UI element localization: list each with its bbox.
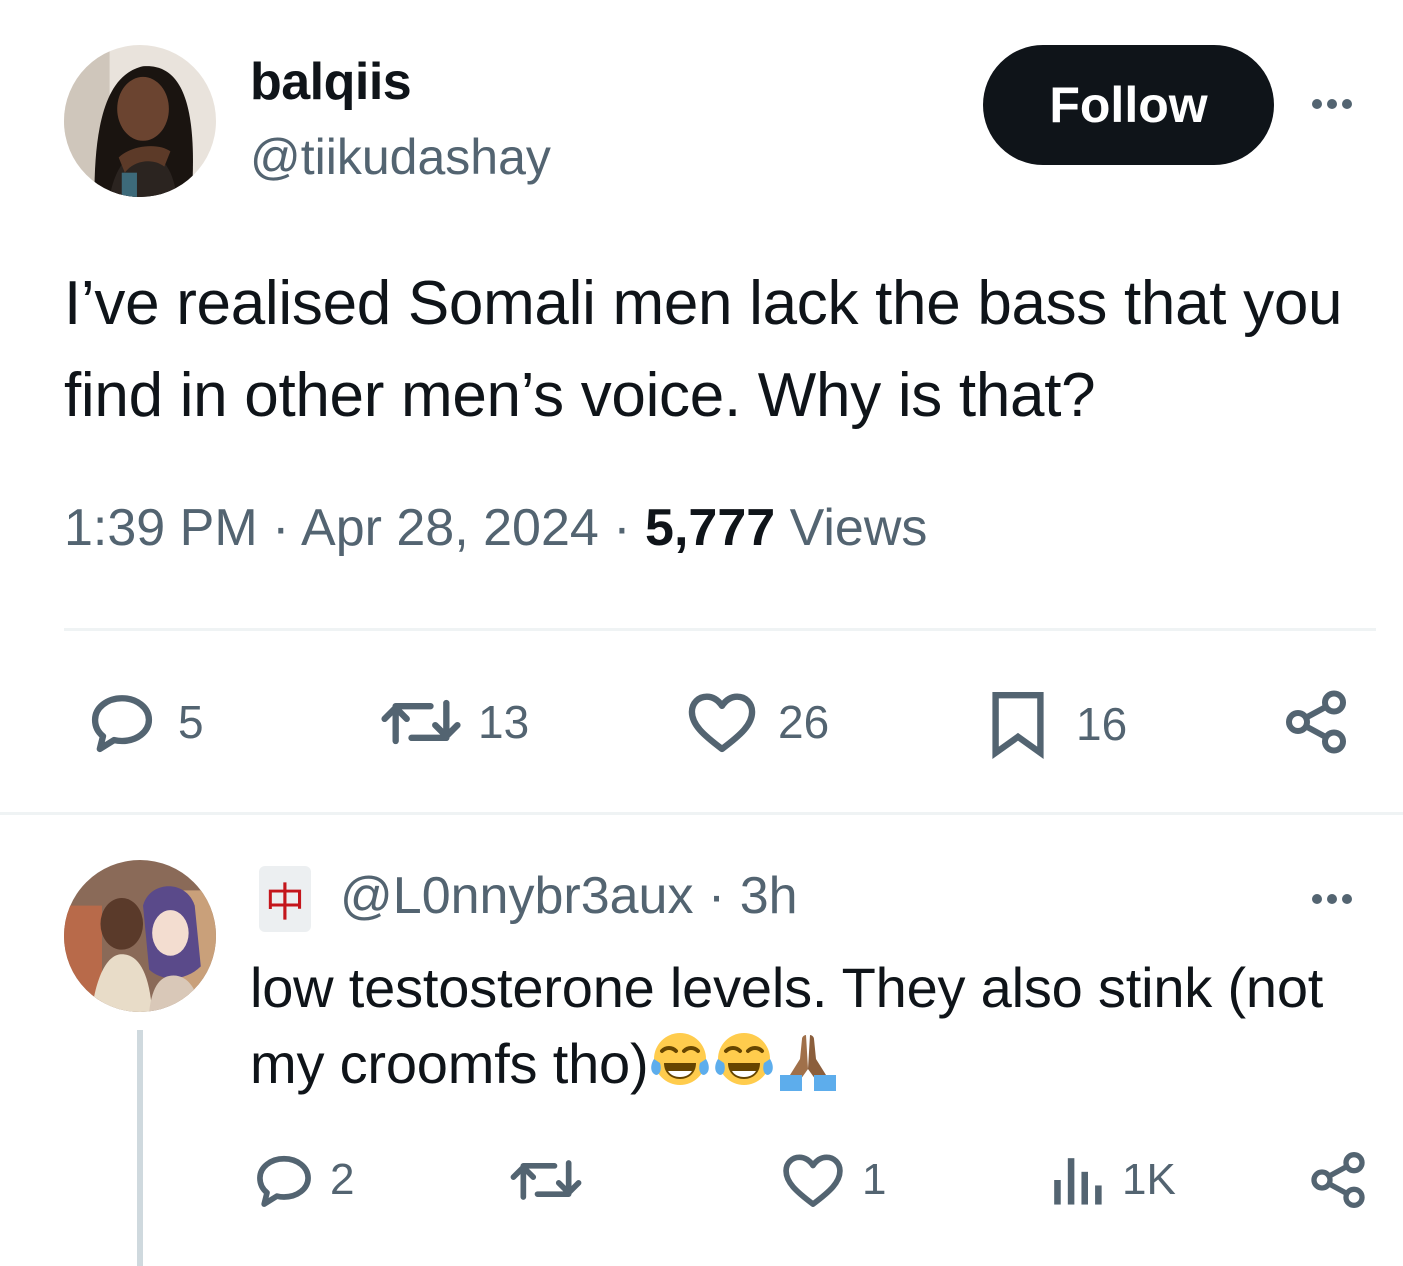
affiliate-badge: 中 (259, 866, 311, 932)
views-label: Views (789, 499, 928, 557)
more-options-icon[interactable] (1312, 894, 1352, 904)
reply-time[interactable]: 3h (740, 867, 798, 925)
divider (0, 812, 1403, 815)
like-button[interactable]: 26 (682, 684, 829, 760)
heart-icon (688, 693, 756, 753)
tweet-text: I’ve realised Somali men lack the bass t… (64, 269, 1343, 430)
retweet-button[interactable] (508, 1146, 596, 1214)
retweet-button[interactable]: 13 (378, 684, 529, 760)
follow-button[interactable]: Follow (983, 45, 1274, 165)
avatar-image (64, 45, 216, 197)
author-avatar[interactable] (64, 45, 216, 197)
share-icon (1311, 1152, 1365, 1208)
more-options-icon[interactable] (1312, 99, 1352, 109)
bookmark-icon (992, 692, 1044, 760)
separator: · (272, 499, 290, 557)
bookmark-count: 16 (1076, 698, 1128, 750)
retweet-icon (381, 699, 461, 745)
tweet-time[interactable]: 1:39 PM (64, 499, 258, 557)
heart-icon (783, 1154, 843, 1207)
separator: · (613, 499, 631, 557)
divider (64, 628, 1376, 631)
reply-text-block: low testosterone levels. They also stink… (250, 950, 1390, 1102)
reply-count: 2 (330, 1155, 355, 1204)
reply-header: @L0nnybr3aux · 3h (340, 866, 798, 926)
reply-icon (91, 695, 153, 753)
retweet-icon (510, 1160, 582, 1200)
views-count: 1K (1122, 1155, 1176, 1204)
face-with-tears-of-joy-icon (712, 1029, 776, 1093)
reply-button[interactable]: 5 (84, 684, 204, 760)
analytics-icon (1054, 1158, 1102, 1205)
reply-button[interactable]: 2 (250, 1146, 354, 1214)
folded-hands-icon (776, 1029, 840, 1093)
reply-handle[interactable]: @L0nnybr3aux (340, 867, 693, 925)
share-icon (1286, 690, 1346, 754)
tweet-date[interactable]: Apr 28, 2024 (301, 499, 599, 557)
like-count: 26 (778, 696, 830, 748)
reply-count: 5 (178, 696, 204, 748)
author-display-name[interactable]: balqiis (250, 52, 412, 112)
views-button[interactable]: 1K (1046, 1146, 1176, 1214)
face-with-tears-of-joy-icon (648, 1029, 712, 1093)
retweet-count: 13 (478, 696, 530, 748)
share-button[interactable] (1280, 684, 1352, 760)
reply-author-avatar[interactable] (64, 860, 216, 1012)
share-button[interactable] (1306, 1146, 1370, 1214)
thread-line (137, 1030, 143, 1266)
bookmark-button[interactable]: 16 (986, 684, 1127, 764)
avatar-image (64, 860, 216, 1012)
like-count: 1 (862, 1155, 887, 1204)
tweet-meta: 1:39 PM · Apr 28, 2024 · 5,777 Views (64, 498, 927, 558)
views-count: 5,777 (645, 499, 776, 557)
like-button[interactable]: 1 (778, 1146, 886, 1214)
separator: · (707, 867, 726, 925)
reply-icon (257, 1155, 311, 1207)
author-handle[interactable]: @tiikudashay (250, 128, 551, 186)
